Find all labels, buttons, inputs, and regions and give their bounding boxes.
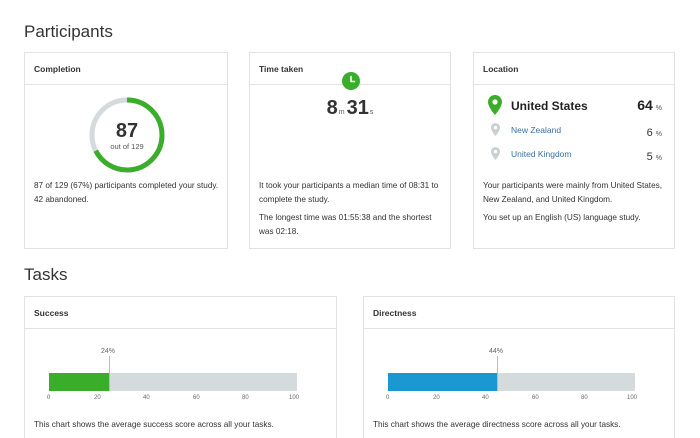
location-description-1: Your participants were mainly from Unite… bbox=[483, 181, 662, 204]
axis-tick-label: 40 bbox=[143, 395, 150, 401]
success-header: Success bbox=[25, 297, 336, 329]
success-marker-label: 24% bbox=[101, 348, 116, 355]
completion-subtext: out of 129 bbox=[110, 142, 144, 151]
directness-card: Directness 44% 0 20 40 60 80 100 This ch… bbox=[363, 296, 675, 438]
completion-description: 87 of 129 (67%) participants completed y… bbox=[34, 181, 219, 204]
time-taken-card: Time taken 8m 31s It took your participan… bbox=[249, 52, 451, 249]
completion-card: Completion 87 out of 129 87 of 129 (67%)… bbox=[24, 52, 228, 249]
location-percent-unit: % bbox=[655, 155, 662, 162]
clock-icon bbox=[342, 72, 360, 90]
directness-marker-label: 44% bbox=[489, 348, 504, 355]
success-bar-fill bbox=[49, 373, 109, 391]
directness-chart: 44% 0 20 40 60 80 100 bbox=[386, 347, 638, 407]
location-name: United Kingdom bbox=[511, 149, 572, 159]
location-percent: 64% bbox=[637, 97, 662, 115]
location-row: New Zealand 6% bbox=[474, 122, 676, 142]
time-seconds-unit: s bbox=[369, 109, 374, 116]
location-percent-unit: % bbox=[655, 105, 662, 112]
location-row: United States 64% bbox=[474, 95, 676, 115]
success-marker-line bbox=[109, 356, 110, 391]
location-name: United States bbox=[511, 99, 588, 113]
median-time-display: 8m 31s bbox=[250, 97, 452, 120]
location-card: Location United States 64% New Zealand 6… bbox=[473, 52, 675, 249]
axis-tick-label: 20 bbox=[433, 395, 440, 401]
axis-tick-label: 0 bbox=[386, 395, 390, 401]
completion-count: 87 bbox=[115, 120, 139, 142]
tasks-title: Tasks bbox=[24, 265, 68, 284]
location-percent-value: 6 bbox=[646, 127, 653, 139]
axis-tick-label: 100 bbox=[627, 395, 638, 401]
location-percent: 6% bbox=[647, 123, 662, 141]
map-pin-icon bbox=[491, 147, 500, 160]
location-percent-value: 64 bbox=[637, 97, 653, 113]
axis-tick-label: 60 bbox=[193, 395, 200, 401]
directness-description: This chart shows the average directness … bbox=[373, 420, 621, 429]
axis-tick-label: 80 bbox=[581, 395, 588, 401]
participants-title: Participants bbox=[24, 22, 113, 41]
completion-header: Completion bbox=[25, 53, 227, 85]
map-pin-icon bbox=[491, 123, 500, 136]
success-description: This chart shows the average success sco… bbox=[34, 420, 274, 429]
location-name: New Zealand bbox=[511, 125, 562, 135]
directness-marker-line bbox=[497, 356, 498, 391]
time-description-2: The longest time was 01:55:38 and the sh… bbox=[259, 213, 432, 236]
success-chart: 24% 0 20 40 60 80 100 bbox=[47, 347, 300, 407]
time-description-1: It took your participants a median time … bbox=[259, 181, 439, 204]
completion-ring-area: 87 out of 129 bbox=[25, 86, 229, 186]
directness-bar-fill bbox=[388, 373, 497, 391]
success-card: Success 24% 0 20 40 60 80 100 This chart… bbox=[24, 296, 337, 438]
axis-tick-label: 80 bbox=[242, 395, 249, 401]
location-percent-value: 5 bbox=[646, 151, 653, 163]
time-minutes-unit: m bbox=[338, 109, 345, 116]
location-row: United Kingdom 5% bbox=[474, 146, 676, 166]
location-header: Location bbox=[474, 53, 674, 85]
axis-tick-label: 100 bbox=[289, 395, 300, 401]
directness-header: Directness bbox=[364, 297, 674, 329]
location-description-2: You set up an English (US) language stud… bbox=[483, 213, 641, 222]
time-seconds: 31 bbox=[346, 97, 369, 119]
axis-tick-label: 60 bbox=[532, 395, 539, 401]
time-minutes: 8 bbox=[326, 97, 338, 119]
map-pin-icon bbox=[488, 95, 502, 115]
axis-tick-label: 40 bbox=[482, 395, 489, 401]
location-percent: 5% bbox=[647, 147, 662, 165]
axis-tick-label: 20 bbox=[94, 395, 101, 401]
axis-tick-label: 0 bbox=[47, 395, 51, 401]
location-percent-unit: % bbox=[655, 131, 662, 138]
